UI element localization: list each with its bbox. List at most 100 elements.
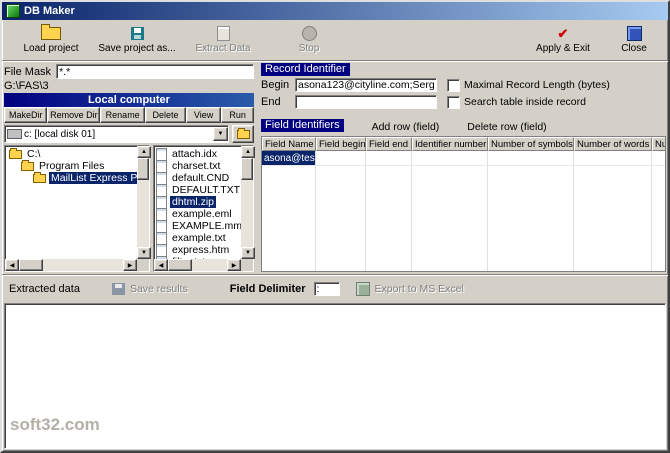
current-path: G:\FAS\3 [4, 80, 49, 92]
title-bar[interactable]: DB Maker [2, 2, 668, 20]
scrollbar-track[interactable] [43, 259, 123, 271]
folder-item[interactable]: C:\ [7, 147, 137, 160]
scrollbar-thumb[interactable] [137, 158, 149, 180]
search-table-checkbox[interactable] [447, 95, 460, 109]
horizontal-scrollbar[interactable]: ◀ ▶ [5, 259, 137, 271]
save-results-button[interactable]: Save results [111, 283, 188, 295]
table-empty-area [262, 166, 665, 271]
scroll-up-button[interactable]: ▲ [137, 146, 151, 158]
scrollbar-track[interactable] [137, 180, 149, 247]
table-cell[interactable] [316, 151, 366, 165]
field-delimiter-input[interactable] [313, 282, 340, 296]
delete-button[interactable]: Delete [145, 107, 186, 123]
scroll-up-button[interactable]: ▲ [241, 146, 255, 158]
drive-dropdown-arrow[interactable]: ▼ [213, 127, 228, 141]
delete-row-button[interactable]: Delete row (field) [467, 121, 546, 133]
file-item[interactable]: express.htm [156, 243, 241, 257]
scroll-left-button[interactable]: ◀ [5, 259, 19, 271]
vertical-scrollbar[interactable]: ▲ ▼ [241, 146, 255, 259]
max-record-length-checkbox[interactable] [447, 78, 460, 92]
stop-label: Stop [298, 43, 320, 54]
scrollbar-track[interactable] [192, 259, 227, 271]
apply-exit-button[interactable]: ✔ Apply & Exit [520, 21, 606, 59]
load-project-button[interactable]: Load project [8, 21, 94, 59]
scroll-right-button[interactable]: ▶ [227, 259, 241, 271]
removedir-button[interactable]: Remove Dir [47, 107, 101, 123]
file-item[interactable]: example.txt [156, 231, 241, 245]
scroll-down-button[interactable]: ▼ [241, 247, 255, 259]
folder-item[interactable]: Program Files [7, 159, 137, 172]
load-project-label: Load project [23, 43, 79, 54]
record-settings-panel: Record Identifier Begin Maximal Record L… [256, 61, 668, 274]
view-button[interactable]: View [185, 107, 222, 123]
watermark: soft32.com [10, 415, 100, 434]
stop-button[interactable]: Stop [266, 21, 352, 59]
column-header[interactable]: Number of symbols [488, 137, 574, 151]
search-table-label: Search table inside record [464, 96, 586, 108]
column-header[interactable]: Number of words [574, 137, 652, 151]
floppy-disk-icon [130, 27, 144, 40]
column-header[interactable]: Number of [652, 137, 665, 151]
close-label: Close [621, 43, 647, 54]
extract-data-button[interactable]: Extract Data [180, 21, 266, 59]
save-results-label: Save results [129, 283, 188, 295]
table-cell[interactable] [574, 151, 652, 165]
scrollbar-thumb[interactable] [19, 259, 43, 271]
scroll-down-button[interactable]: ▼ [137, 247, 151, 259]
table-cell[interactable] [366, 151, 412, 165]
up-folder-button[interactable] [232, 125, 254, 143]
column-header[interactable]: Field Name [262, 137, 316, 151]
begin-input[interactable] [295, 78, 437, 92]
scrollbar-thumb[interactable] [241, 158, 253, 180]
file-item[interactable]: example.eml [156, 207, 241, 221]
table-cell[interactable] [412, 151, 488, 165]
directory-buttons: MakeDir Remove Dir Rename Delete View Ru… [4, 107, 255, 123]
scroll-left-button[interactable]: ◀ [154, 259, 168, 271]
file-item[interactable]: EXAMPLE.mml [156, 219, 241, 233]
run-button[interactable]: Run [221, 107, 255, 123]
file-item[interactable]: charset.txt [156, 159, 241, 173]
end-label: End [261, 96, 281, 108]
scrollbar-thumb[interactable] [168, 259, 192, 271]
save-project-as-button[interactable]: Save project as... [94, 21, 180, 59]
disk-drive-icon [7, 129, 22, 139]
table-cell[interactable] [488, 151, 574, 165]
folder-item-selected[interactable]: MailList Express Pro [7, 171, 137, 184]
extracted-data-textarea[interactable] [4, 303, 666, 449]
folder-tree: C:\ Program Files MailList Express Pro ▲ [4, 145, 151, 272]
window-title: DB Maker [24, 5, 75, 17]
field-name-cell[interactable]: asona@test3 [262, 151, 316, 165]
app-icon[interactable] [6, 4, 20, 18]
drive-selected-value: c: [local disk 01] [24, 128, 96, 140]
makedir-button[interactable]: MakeDir [4, 107, 48, 123]
close-button[interactable]: Close [606, 21, 662, 59]
column-header[interactable]: Field begin [316, 137, 366, 151]
end-input[interactable] [295, 95, 437, 109]
scroll-right-button[interactable]: ▶ [123, 259, 137, 271]
field-identifiers-table: Field Name Field begin Field end Identif… [261, 136, 666, 272]
column-header[interactable]: Field end [366, 137, 412, 151]
vertical-scrollbar[interactable]: ▲ ▼ [137, 146, 151, 259]
table-cell[interactable] [652, 151, 665, 165]
folder-icon [9, 147, 22, 159]
export-excel-button[interactable]: Export to MS Excel [355, 282, 464, 296]
drive-select[interactable]: c: [local disk 01] ▼ [4, 125, 229, 143]
horizontal-scrollbar[interactable]: ◀ ▶ [154, 259, 241, 271]
scrollbar-track[interactable] [241, 180, 253, 247]
file-item[interactable]: DEFAULT.TXT [156, 183, 241, 197]
file-item[interactable]: default.CND [156, 171, 241, 185]
file-label: DEFAULT.TXT [172, 184, 241, 196]
save-project-as-label: Save project as... [98, 43, 176, 54]
column-header[interactable]: Identifier number [412, 137, 488, 151]
file-item[interactable]: attach.idx [156, 147, 241, 161]
file-mask-input[interactable] [56, 64, 254, 79]
document-icon [216, 26, 230, 41]
scrollbar-corner [137, 259, 149, 271]
file-label: express.htm [172, 244, 230, 256]
rename-button[interactable]: Rename [100, 107, 146, 123]
file-list: attach.idx charset.txt default.CND DEFAU… [153, 145, 255, 272]
file-item-selected[interactable]: dhtml.zip [156, 195, 241, 209]
table-row[interactable]: asona@test3 [262, 151, 665, 166]
file-list-rows: attach.idx charset.txt default.CND DEFAU… [154, 146, 241, 259]
add-row-button[interactable]: Add row (field) [372, 121, 440, 133]
